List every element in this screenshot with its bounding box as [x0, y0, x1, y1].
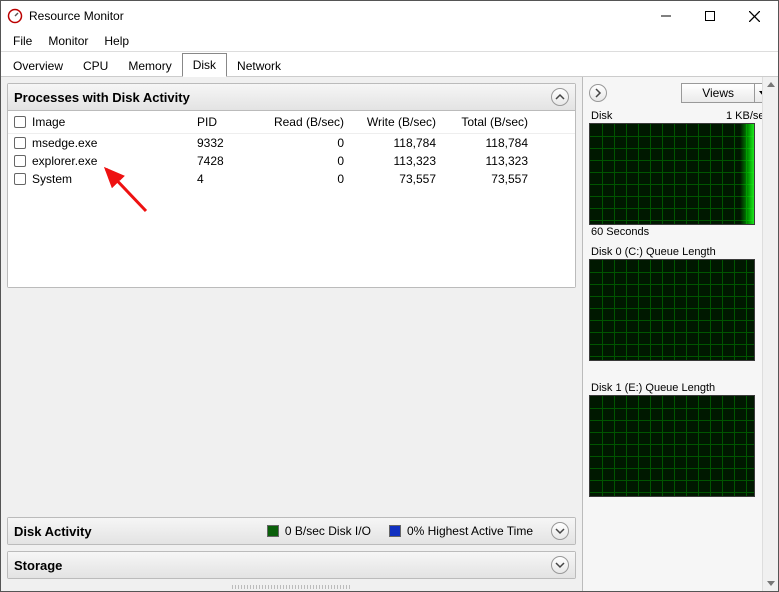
tab-memory[interactable]: Memory [118, 55, 181, 77]
main: Processes with Disk Activity Image PID R… [1, 77, 778, 591]
table-row[interactable]: System4073,55773,557 [8, 170, 575, 188]
cell-read: 0 [252, 154, 344, 168]
cell-pid: 9332 [197, 136, 252, 150]
menu-monitor[interactable]: Monitor [40, 32, 96, 50]
collapse-button[interactable] [551, 88, 569, 106]
chevron-down-icon [555, 526, 565, 536]
app-icon [7, 8, 23, 24]
disk-activity-panel: Disk Activity 0 B/sec Disk I/O 0% Highes… [7, 517, 576, 545]
cell-total: 113,323 [436, 154, 528, 168]
right-pane: Views Disk1 KB/sec60 Seconds0Disk 0 (C:)… [582, 77, 778, 591]
processes-panel: Processes with Disk Activity Image PID R… [7, 83, 576, 288]
chart-block: Disk 0 (C:) Queue Length10 [589, 245, 772, 375]
menu-file[interactable]: File [5, 32, 40, 50]
chart-title: Disk 0 (C:) Queue Length [591, 246, 716, 258]
minimize-button[interactable] [644, 2, 688, 30]
col-pid[interactable]: PID [197, 115, 252, 129]
maximize-icon [705, 11, 715, 21]
chart-bottom-left: 60 Seconds [591, 226, 649, 238]
cell-pid: 4 [197, 172, 252, 186]
titlebar: Resource Monitor [1, 1, 778, 31]
table-header-row: Image PID Read (B/sec) Write (B/sec) Tot… [8, 111, 575, 134]
close-button[interactable] [732, 2, 776, 30]
disk-activity-title: Disk Activity [14, 524, 92, 539]
cell-read: 0 [252, 136, 344, 150]
menubar: File Monitor Help [1, 31, 778, 51]
tab-network[interactable]: Network [227, 55, 291, 77]
processes-panel-header[interactable]: Processes with Disk Activity [8, 84, 575, 111]
col-total[interactable]: Total (B/sec) [436, 115, 528, 129]
blue-square-icon [389, 525, 401, 537]
cell-pid: 7428 [197, 154, 252, 168]
active-time-indicator: 0% Highest Active Time [389, 524, 533, 538]
cell-read: 0 [252, 172, 344, 186]
processes-table: Image PID Read (B/sec) Write (B/sec) Tot… [8, 111, 575, 287]
chart-block: Disk 1 (E:) Queue Length10 [589, 381, 772, 511]
activity-pulse [740, 124, 754, 224]
cell-image: explorer.exe [32, 154, 197, 168]
collapse-right-button[interactable] [589, 84, 607, 102]
views-button[interactable]: Views [681, 83, 772, 103]
right-toolbar: Views [589, 83, 772, 103]
left-pane: Processes with Disk Activity Image PID R… [1, 77, 582, 591]
active-time-label: 0% Highest Active Time [407, 524, 533, 538]
storage-title: Storage [14, 558, 62, 573]
cell-write: 113,323 [344, 154, 436, 168]
cell-total: 118,784 [436, 136, 528, 150]
chart-block: Disk1 KB/sec60 Seconds0 [589, 109, 772, 239]
close-icon [749, 11, 760, 22]
scrollbar-vertical[interactable] [762, 77, 778, 591]
processes-panel-title: Processes with Disk Activity [14, 90, 190, 105]
table-row[interactable]: explorer.exe74280113,323113,323 [8, 152, 575, 170]
tab-overview[interactable]: Overview [3, 55, 73, 77]
cell-write: 118,784 [344, 136, 436, 150]
chart-title: Disk [591, 110, 612, 122]
tab-disk[interactable]: Disk [182, 53, 227, 77]
select-all-checkbox[interactable] [14, 116, 26, 128]
scroll-down-button[interactable] [763, 575, 778, 591]
window: Resource Monitor File Monitor Help Overv… [0, 0, 779, 592]
scroll-up-button[interactable] [763, 77, 778, 93]
views-label: Views [682, 84, 755, 102]
storage-header[interactable]: Storage [8, 552, 575, 578]
window-title: Resource Monitor [29, 9, 124, 23]
col-image[interactable]: Image [32, 115, 197, 129]
row-checkbox[interactable] [14, 137, 26, 149]
disk-io-indicator: 0 B/sec Disk I/O [267, 524, 371, 538]
chart-title: Disk 1 (E:) Queue Length [591, 382, 715, 394]
cell-total: 73,557 [436, 172, 528, 186]
chevron-right-icon [593, 88, 603, 98]
cell-write: 73,557 [344, 172, 436, 186]
expand-button[interactable] [551, 522, 569, 540]
row-checkbox[interactable] [14, 173, 26, 185]
chart [589, 259, 755, 361]
tab-cpu[interactable]: CPU [73, 55, 118, 77]
chart [589, 123, 755, 225]
resize-handle[interactable] [232, 585, 352, 589]
storage-panel: Storage [7, 551, 576, 579]
chart [589, 395, 755, 497]
green-square-icon [267, 525, 279, 537]
chevron-up-icon [555, 92, 565, 102]
triangle-up-icon [767, 81, 775, 89]
triangle-down-icon [767, 579, 775, 587]
table-row[interactable]: msedge.exe93320118,784118,784 [8, 134, 575, 152]
disk-io-label: 0 B/sec Disk I/O [285, 524, 371, 538]
disk-activity-header[interactable]: Disk Activity 0 B/sec Disk I/O 0% Highes… [8, 518, 575, 544]
col-read[interactable]: Read (B/sec) [252, 115, 344, 129]
cell-image: msedge.exe [32, 136, 197, 150]
tabbar: Overview CPU Memory Disk Network [1, 51, 778, 77]
menu-help[interactable]: Help [96, 32, 137, 50]
col-write[interactable]: Write (B/sec) [344, 115, 436, 129]
chevron-down-icon [555, 560, 565, 570]
expand-button[interactable] [551, 556, 569, 574]
minimize-icon [661, 11, 671, 21]
row-checkbox[interactable] [14, 155, 26, 167]
cell-image: System [32, 172, 197, 186]
maximize-button[interactable] [688, 2, 732, 30]
